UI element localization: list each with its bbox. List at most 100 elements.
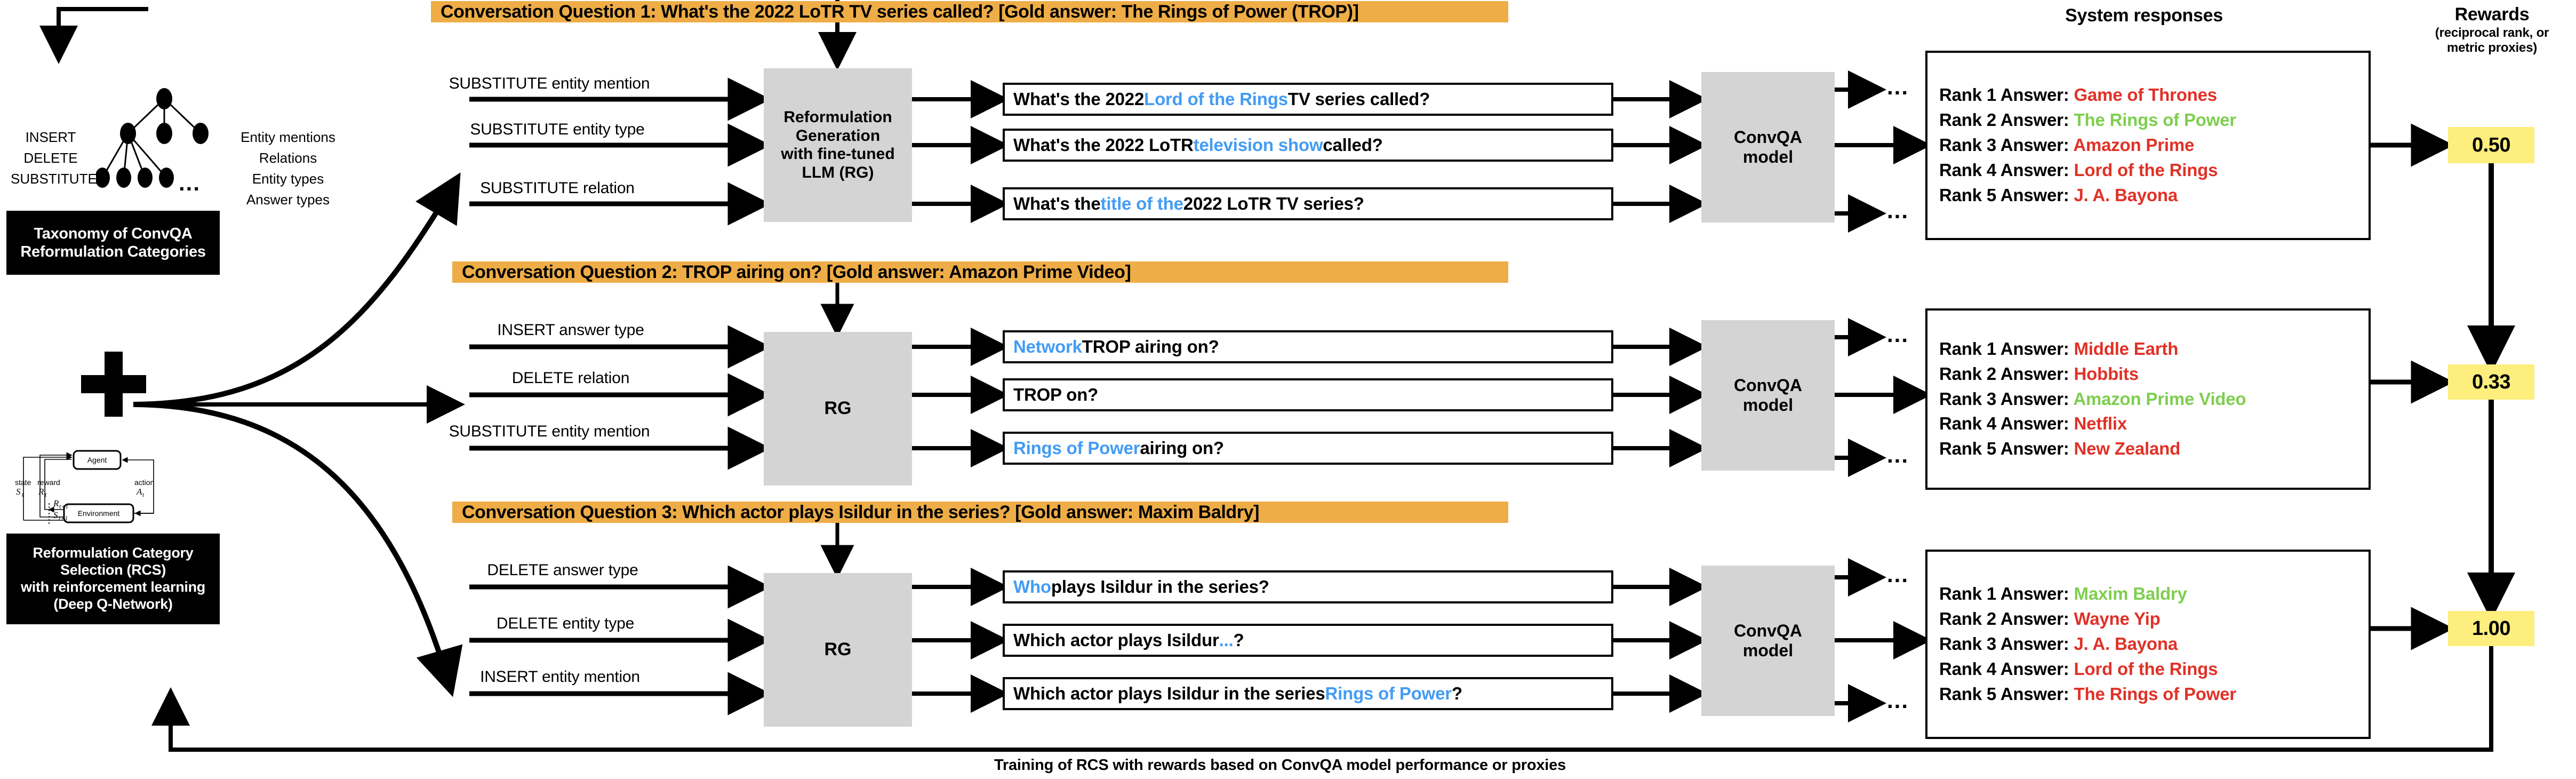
response-rank-label: Rank 4 Answer: [1939,658,2074,679]
response-answer: Netflix [2074,414,2127,434]
block-3-edit-label-2: DELETE entity type [496,615,635,632]
rl-reward-subscript: t [45,491,47,498]
reformulation-pre: What's the 2022 LoTR [1013,135,1194,155]
plus-sign-icon [81,352,146,417]
block-3-reformulation-box-3: Which actor plays Isildur in the series … [1003,677,1613,710]
taxonomy-op-substitute: SUBSTITUTE [11,171,97,187]
block-3-convqa-model-box: ConvQA model [1701,566,1835,716]
taxonomy-panel-line-2: Reformulation Categories [20,243,206,260]
response-answer: The Rings of Power [2074,683,2237,704]
block-1-edit-label-2: SUBSTITUTE entity type [470,121,645,138]
rl-reward-label: reward [37,478,60,487]
response-rank-label: Rank 2 Answer: [1939,609,2074,629]
response-answer: J. A. Bayona [2074,634,2178,654]
block-1-edit-label-3: SUBSTITUTE relation [480,179,635,197]
convqa-box-line-1: ConvQA [1734,621,1802,641]
block-3-reformulation-generation-box: RG [764,573,912,727]
response-row: Rank 1 Answer: Maxim Baldry [1939,582,2369,607]
response-row: Rank 2 Answer: Wayne Yip [1939,607,2369,632]
block-3-reformulation-box-2: Which actor plays Isildur ...? [1003,624,1613,657]
rcs-panel-line-1: Reformulation Category [33,545,194,561]
response-rank-label: Rank 2 Answer: [1939,363,2074,384]
block-1-dots-bottom: ... [1887,198,1909,223]
reformulation-post: TROP airing on? [1082,337,1219,356]
rg-box-line-1: RG [824,398,852,419]
response-row: Rank 2 Answer: Hobbits [1939,362,2369,387]
convqa-box-line-2: model [1742,147,1794,166]
convqa-box-line-1: ConvQA [1734,128,1802,147]
response-rank-label: Rank 5 Answer: [1939,185,2074,205]
response-answer: Middle Earth [2074,338,2179,359]
block-2-dots-bottom: ... [1887,442,1909,467]
conversation-question-3-banner: Conversation Question 3: Which actor pla… [452,502,1508,523]
reformulation-highlight: Rings of Power [1325,683,1452,703]
taxonomy-target-relations: Relations [259,150,317,166]
response-answer: Amazon Prime Video [2073,388,2246,409]
rl-state-next-sub: t+1 [59,514,68,522]
taxonomy-panel: Taxonomy of ConvQA Reformulation Categor… [6,211,220,275]
reformulation-post: TV series called? [1287,89,1430,109]
reformulation-highlight: Network [1013,337,1082,356]
taxonomy-target-entity-types: Entity types [252,171,324,187]
conversation-question-2-banner: Conversation Question 2: TROP airing on?… [452,261,1508,283]
reformulation-highlight: Lord of the Rings [1144,89,1288,109]
block-3-reward-badge: 1.00 [2448,611,2534,646]
response-row: Rank 4 Answer: Netflix [1939,411,2369,436]
reformulation-highlight: title of the [1100,194,1183,213]
block-3-reformulation-box-1: Who plays Isildur in the series? [1003,570,1613,603]
rl-environment-label: Environment [78,509,120,518]
rl-agent-label: Agent [87,456,107,464]
rcs-panel-line-3: with reinforcement learning [21,579,205,595]
block-2-reformulation-box-2: TROP on? [1003,378,1613,411]
response-row: Rank 5 Answer: J. A. Bayona [1939,183,2369,208]
rewards-subheading: (reciprocal rank, or metric proxies) [2411,26,2573,56]
response-rank-label: Rank 3 Answer: [1939,388,2074,409]
block-3-dots-top: ... [1887,562,1909,587]
reformulation-post: called? [1323,135,1383,155]
rl-reward-next-sub: t+1 [59,503,68,510]
convqa-box-line-1: ConvQA [1734,376,1802,395]
response-row: Rank 1 Answer: Game of Thrones [1939,83,2369,108]
reformulation-post: ? [1233,630,1244,650]
response-answer: Hobbits [2074,363,2139,384]
taxonomy-panel-line-1: Taxonomy of ConvQA [34,225,193,242]
conversation-question-1-banner: Conversation Question 1: What's the 2022… [431,1,1508,22]
block-2-dots-top: ... [1887,322,1909,347]
rg-box-line-1: RG [824,639,852,660]
reformulation-pre: Which actor plays Isildur in the series [1013,683,1325,703]
response-row: Rank 3 Answer: Amazon Prime [1939,133,2369,158]
reformulation-highlight: Rings of Power [1013,438,1140,458]
rl-reward-next: R [53,498,59,508]
taxonomy-op-delete: DELETE [23,150,78,166]
block-2-reformulation-generation-box: RG [764,332,912,486]
response-answer: J. A. Bayona [2074,185,2178,205]
rl-state-next: S [53,510,58,520]
rcs-panel-line-4: (Deep Q-Network) [53,595,173,612]
block-3-dots-bottom: ... [1887,688,1909,713]
response-rank-label: Rank 1 Answer: [1939,85,2074,105]
block-1-reformulation-generation-box: Reformulation Generation with fine-tuned… [764,68,912,222]
rl-action-subscript: t [142,491,145,498]
response-row: Rank 5 Answer: New Zealand [1939,436,2369,462]
response-rank-label: Rank 1 Answer: [1939,338,2074,359]
reformulation-pre: TROP on? [1013,385,1099,404]
reformulation-highlight: Who [1013,577,1051,597]
block-2-reformulation-box-3: Rings of Power airing on? [1003,432,1613,465]
response-row: Rank 3 Answer: J. A. Bayona [1939,632,2369,657]
reformulation-pre: Which actor plays Isildur [1013,630,1219,650]
taxonomy-op-insert: INSERT [25,129,76,145]
response-answer: Maxim Baldry [2074,584,2187,604]
figure-canvas: ... INSERT DELETE SUBSTITUTE Entity ment… [0,0,2576,779]
rl-loop-diagram: Agent Environment state S t reward R t a… [15,450,154,526]
reformulation-post: 2022 LoTR TV series? [1183,194,1364,213]
block-2-convqa-model-box: ConvQA model [1701,320,1835,471]
block-1-system-responses-box: Rank 1 Answer: Game of Thrones Rank 2 An… [1925,51,2371,240]
response-answer: Lord of the Rings [2074,658,2218,679]
taxonomy-target-entity-mentions: Entity mentions [241,129,335,145]
response-rank-label: Rank 1 Answer: [1939,584,2074,604]
response-answer: Amazon Prime [2073,135,2195,155]
rewards-subheading-line-2: metric proxies) [2446,41,2538,55]
rg-box-line-4: LLM (RG) [802,163,874,181]
rewards-heading: Rewards [2454,4,2530,25]
taxonomy-target-answer-types: Answer types [246,192,330,208]
